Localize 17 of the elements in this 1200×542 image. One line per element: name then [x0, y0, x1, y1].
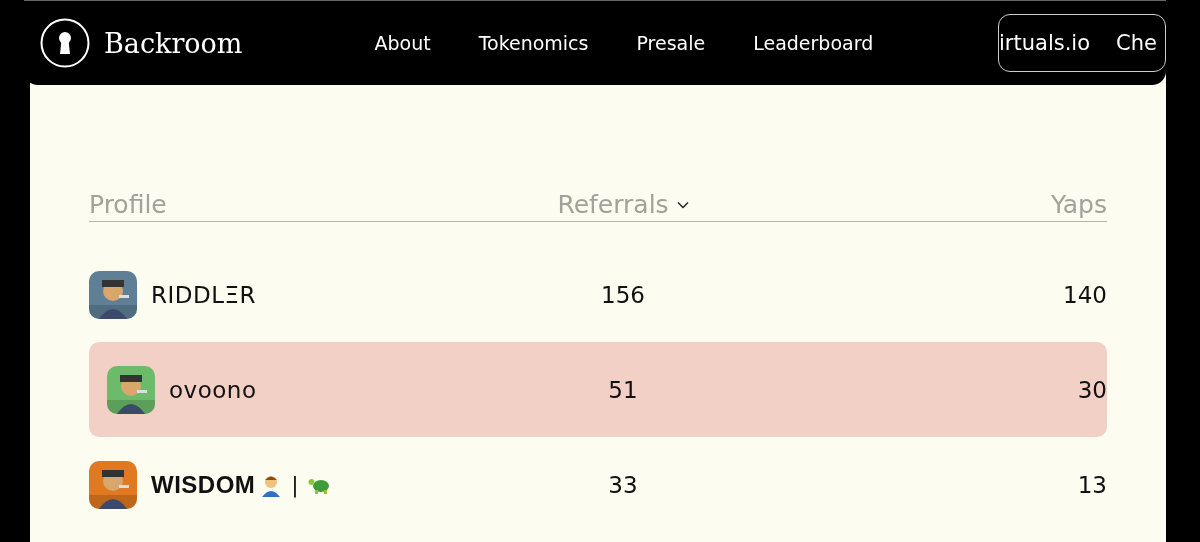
username[interactable]: RIDDLΞR	[151, 281, 256, 308]
yaps-count: 13	[1077, 471, 1107, 498]
username[interactable]: WISDOM	[151, 470, 256, 499]
nav-link[interactable]: Tokenomics	[478, 32, 589, 54]
referral-count: 51	[608, 376, 638, 403]
keyhole-logo-icon[interactable]	[40, 18, 90, 68]
referral-count: 156	[601, 281, 645, 308]
yaps-count: 30	[1077, 376, 1107, 403]
brand-name[interactable]: Backroom	[104, 27, 243, 59]
nav-link[interactable]: Leaderboard	[753, 32, 874, 54]
yaps-count: 140	[1063, 281, 1107, 308]
nav-link[interactable]: Presale	[636, 32, 706, 54]
separator: |	[291, 472, 299, 497]
ticker-button[interactable]: irtuals.io Che	[998, 14, 1166, 72]
nav-link[interactable]: About	[374, 32, 431, 54]
username[interactable]: ovoono	[169, 376, 257, 403]
referral-count: 33	[608, 471, 638, 498]
